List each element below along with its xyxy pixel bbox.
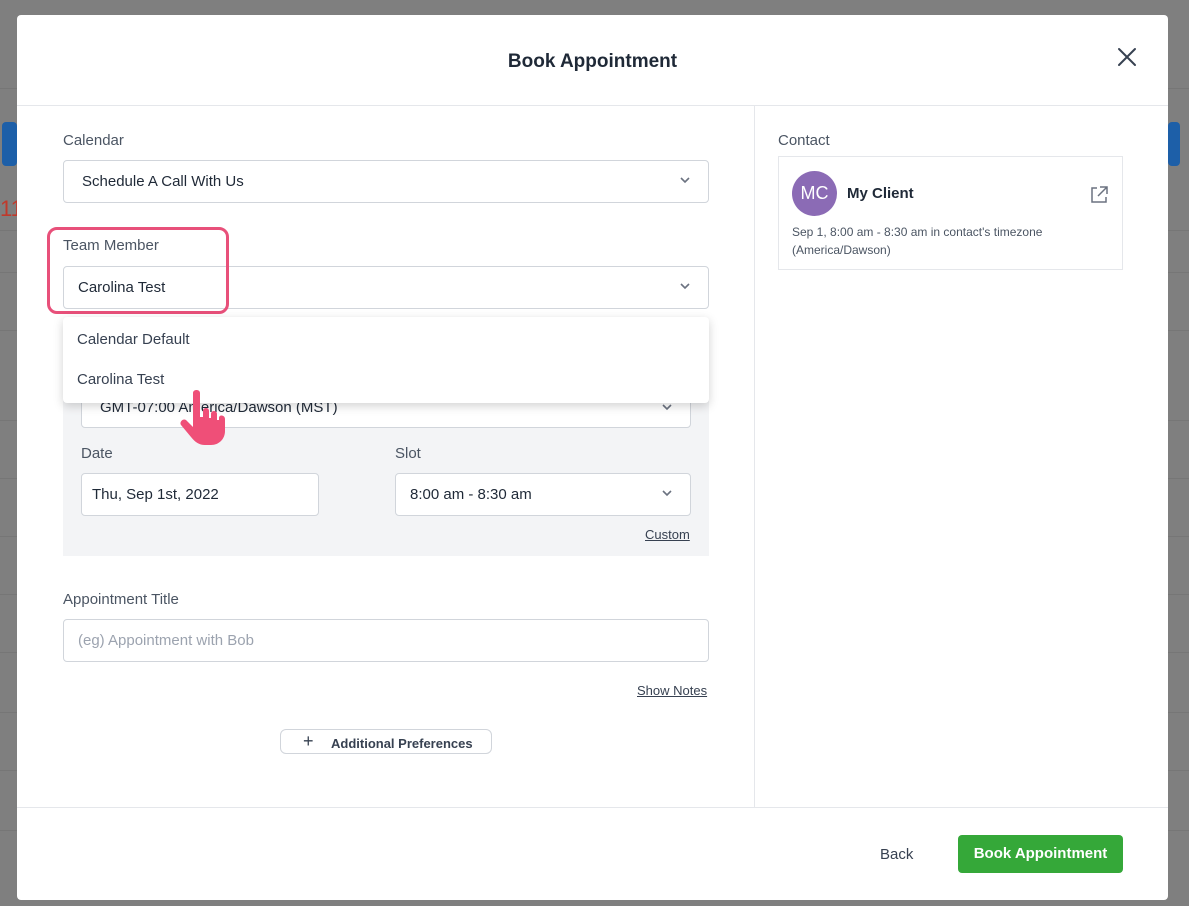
show-notes-link[interactable]: Show Notes	[637, 683, 707, 698]
vertical-divider	[754, 106, 755, 808]
pointer-hand-icon	[175, 387, 235, 447]
slot-label: Slot	[395, 445, 421, 462]
slot-select-value: 8:00 am - 8:30 am	[410, 486, 532, 503]
calendar-label: Calendar	[63, 132, 124, 149]
slot-select[interactable]: 8:00 am - 8:30 am	[395, 473, 691, 516]
additional-preferences-button[interactable]: + Additional Preferences	[280, 729, 492, 754]
book-appointment-modal: Book Appointment Calendar Schedule A Cal…	[17, 15, 1168, 900]
chevron-down-icon	[662, 490, 672, 497]
dropdown-option-carolina-test[interactable]: Carolina Test	[77, 371, 164, 388]
date-label: Date	[81, 445, 113, 462]
contact-card: MC My Client Sep 1, 8:00 am - 8:30 am in…	[778, 156, 1123, 270]
modal-header: Book Appointment	[17, 15, 1168, 106]
contact-name: My Client	[847, 185, 914, 202]
back-button[interactable]: Back	[880, 846, 913, 863]
chevron-down-icon	[680, 177, 690, 184]
team-member-dropdown: Calendar Default Carolina Test	[63, 317, 709, 403]
appointment-title-input[interactable]: (eg) Appointment with Bob	[63, 619, 709, 662]
contact-label: Contact	[778, 132, 830, 149]
bg-button-right	[1168, 122, 1180, 166]
calendar-select-value: Schedule A Call With Us	[82, 173, 244, 190]
modal-title: Book Appointment	[507, 51, 678, 72]
dropdown-option-calendar-default[interactable]: Calendar Default	[77, 331, 190, 348]
appointment-title-label: Appointment Title	[63, 591, 179, 608]
date-input-value: Thu, Sep 1st, 2022	[92, 486, 219, 503]
team-member-highlight	[47, 227, 229, 314]
additional-preferences-label: Additional Preferences	[331, 736, 473, 751]
date-input[interactable]: Thu, Sep 1st, 2022	[81, 473, 319, 516]
appointment-title-placeholder: (eg) Appointment with Bob	[78, 632, 254, 649]
custom-link[interactable]: Custom	[645, 527, 690, 542]
calendar-select[interactable]: Schedule A Call With Us	[63, 160, 709, 203]
book-appointment-button[interactable]: Book Appointment	[958, 835, 1123, 873]
plus-icon: +	[303, 731, 314, 751]
close-icon[interactable]	[1115, 45, 1139, 69]
contact-info: Sep 1, 8:00 am - 8:30 am in contact's ti…	[792, 225, 1043, 257]
avatar: MC	[792, 171, 837, 216]
bg-button-left	[2, 122, 17, 166]
external-link-icon[interactable]	[1089, 185, 1109, 205]
chevron-down-icon	[680, 283, 690, 290]
